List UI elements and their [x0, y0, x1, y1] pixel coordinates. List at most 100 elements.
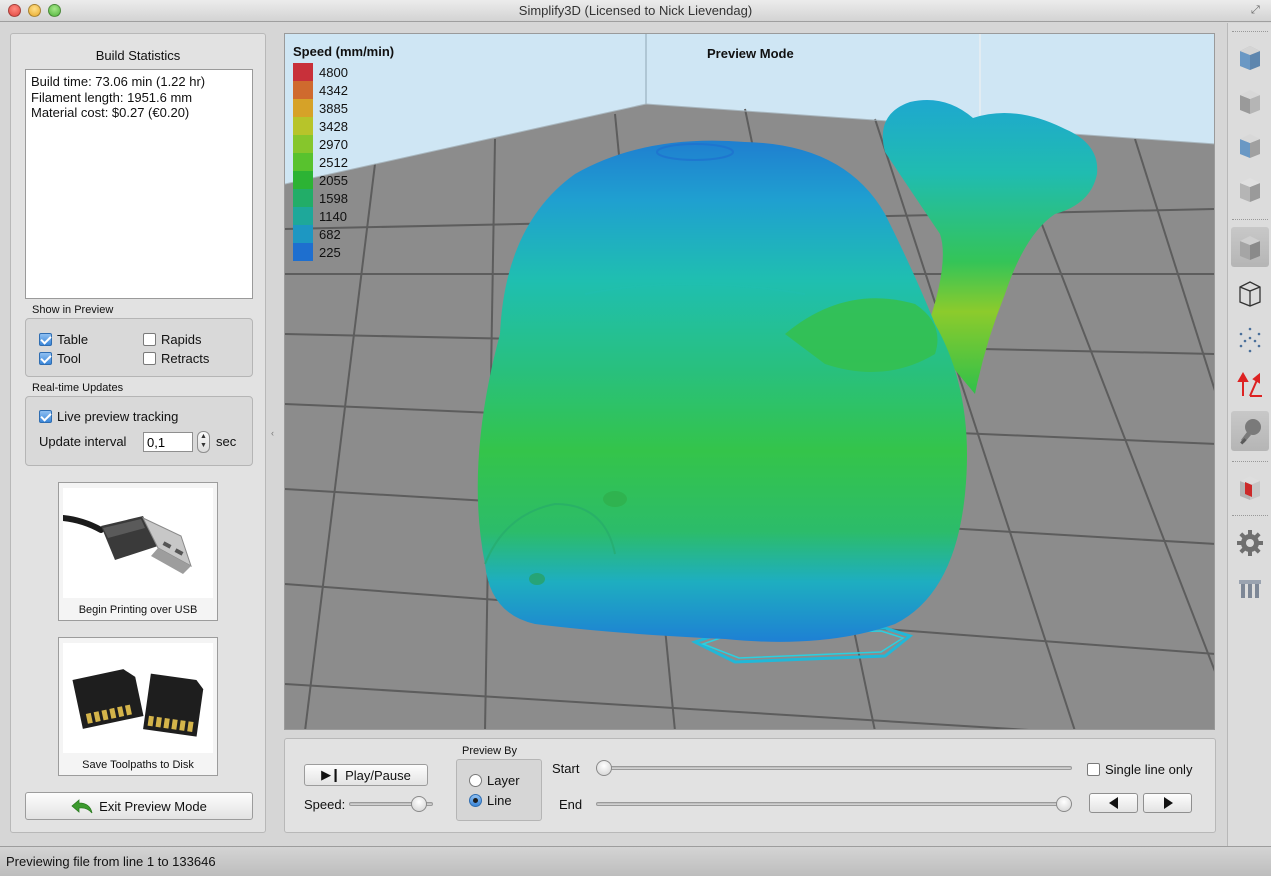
update-interval-input[interactable] — [143, 432, 193, 452]
speed-slider-thumb[interactable] — [410, 796, 427, 812]
table-checkbox[interactable]: Table — [39, 332, 88, 347]
end-slider-track[interactable] — [596, 802, 1072, 806]
table-checkbox-box[interactable] — [39, 333, 52, 346]
playback-controls: ▶❙ Play/Pause Speed: Preview By Layer Li… — [284, 738, 1216, 833]
solid-view-button[interactable] — [1231, 227, 1269, 267]
live-preview-tracking-checkbox[interactable]: Live preview tracking — [39, 409, 178, 424]
tool-checkbox-label: Tool — [57, 351, 81, 366]
single-line-only-checkbox[interactable]: Single line only — [1087, 762, 1192, 777]
speed-legend-swatch — [293, 135, 313, 153]
preview-by-layer-radio[interactable]: Layer — [469, 773, 520, 788]
supports-button[interactable] — [1231, 567, 1269, 607]
speed-legend-swatch — [293, 117, 313, 135]
speed-legend-row: 1598 — [293, 189, 394, 207]
play-pause-icon: ▶❙ — [321, 767, 341, 782]
end-slider-thumb[interactable] — [1056, 796, 1072, 812]
realtime-updates-group: Live preview tracking Update interval ▲▼… — [25, 396, 253, 466]
play-pause-label: Play/Pause — [345, 767, 411, 783]
show-in-preview-label: Show in Preview — [32, 304, 114, 316]
arrow-right-icon — [1163, 797, 1173, 809]
speed-legend-value: 3885 — [319, 100, 348, 116]
line-radio-label: Line — [487, 793, 512, 808]
collapse-panel-icon[interactable]: ‹ — [271, 428, 274, 438]
speed-legend-row: 4342 — [293, 81, 394, 99]
usb-cable-image — [60, 488, 213, 598]
speed-legend-value: 1598 — [319, 190, 348, 206]
speed-legend-row: 3428 — [293, 117, 394, 135]
speed-legend-value: 682 — [319, 226, 341, 242]
rapids-checkbox-label: Rapids — [161, 332, 202, 347]
start-label: Start — [552, 761, 580, 776]
line-radio-dot[interactable] — [469, 794, 482, 807]
speed-legend-row: 4800 — [293, 63, 394, 81]
speed-legend-value: 2055 — [319, 172, 348, 188]
speed-legend-value: 2970 — [319, 136, 348, 152]
live-preview-tracking-box[interactable] — [39, 410, 52, 423]
speed-legend-value: 2512 — [319, 154, 348, 170]
speed-legend-row: 225 — [293, 243, 394, 261]
stat-build-time: Build time: 73.06 min (1.22 hr) — [31, 74, 206, 89]
single-line-only-label: Single line only — [1105, 762, 1193, 777]
preview-viewport[interactable]: Speed (mm/min) 4800 4342 3885 3428 2970 2512 2… — [284, 33, 1215, 730]
cube-side-view-icon — [1240, 134, 1260, 158]
lighting-button[interactable] — [1231, 411, 1269, 451]
point-view-button[interactable] — [1231, 319, 1269, 359]
status-text: Previewing file from line 1 to 133646 — [6, 854, 216, 869]
cross-section-button[interactable] — [1231, 467, 1269, 507]
update-interval-stepper[interactable]: ▲ ▼ — [197, 431, 210, 453]
build-supports-icon — [1239, 580, 1261, 598]
update-interval-unit: sec — [216, 434, 237, 449]
exit-preview-mode-button[interactable]: Exit Preview Mode — [25, 792, 253, 820]
fullscreen-icon[interactable]: ⤢ — [1251, 4, 1263, 16]
axes-icon — [1237, 371, 1262, 397]
iso-view-button[interactable] — [1231, 169, 1269, 209]
window-title: Simplify3D (Licensed to Nick Lievendag) — [518, 3, 753, 18]
retracts-checkbox-box[interactable] — [143, 352, 156, 365]
sd-cards-image — [63, 643, 213, 753]
exit-preview-mode-label: Exit Preview Mode — [99, 798, 207, 814]
layer-radio-dot[interactable] — [469, 774, 482, 787]
start-slider-track[interactable] — [596, 766, 1072, 770]
top-view-button[interactable] — [1231, 81, 1269, 121]
update-interval-label: Update interval — [39, 434, 127, 449]
start-slider-thumb[interactable] — [596, 760, 612, 776]
rapids-checkbox[interactable]: Rapids — [143, 332, 201, 347]
speed-legend-swatch — [293, 99, 313, 117]
wireframe-view-button[interactable] — [1231, 273, 1269, 313]
save-toolpaths-disk-button[interactable]: Save Toolpaths to Disk — [58, 637, 218, 776]
front-view-button[interactable] — [1231, 37, 1269, 77]
single-line-only-box[interactable] — [1087, 763, 1100, 776]
show-in-preview-group: Table Tool Rapids Retracts — [25, 318, 253, 377]
settings-button[interactable] — [1231, 523, 1269, 563]
status-bar: Previewing file from line 1 to 133646 — [0, 846, 1271, 876]
retracts-checkbox[interactable]: Retracts — [143, 351, 209, 366]
begin-printing-usb-button[interactable]: Begin Printing over USB — [58, 482, 218, 621]
play-pause-button[interactable]: ▶❙ Play/Pause — [304, 764, 428, 786]
cross-section-icon — [1240, 476, 1260, 500]
preview-by-line-radio[interactable]: Line — [469, 793, 512, 808]
wireframe-view-icon — [1239, 281, 1261, 307]
gear-icon — [1237, 530, 1263, 556]
rapids-checkbox-box[interactable] — [143, 333, 156, 346]
step-forward-button[interactable] — [1143, 793, 1192, 813]
speed-legend-swatch — [293, 243, 313, 261]
arrow-left-icon — [1108, 797, 1118, 809]
speed-label: Speed: — [304, 797, 346, 812]
stat-material-cost: Material cost: $0.27 (€0.20) — [31, 105, 190, 120]
speed-legend-title: Speed (mm/min) — [293, 44, 395, 59]
speed-legend-row: 2055 — [293, 171, 394, 189]
speed-legend-row: 3885 — [293, 99, 394, 117]
side-view-button[interactable] — [1231, 125, 1269, 165]
speed-legend-swatch — [293, 171, 313, 189]
build-statistics-box: Build time: 73.06 min (1.22 hr) Filament… — [25, 69, 253, 299]
tool-checkbox-box[interactable] — [39, 352, 52, 365]
preview-mode-label: Preview Mode — [707, 46, 794, 61]
preview-by-label: Preview By — [462, 745, 518, 757]
step-back-button[interactable] — [1089, 793, 1138, 813]
axes-button[interactable] — [1231, 365, 1269, 405]
speed-legend: Speed (mm/min) 4800 4342 3885 3428 2970 2512 2… — [293, 44, 394, 261]
tool-checkbox[interactable]: Tool — [39, 351, 81, 366]
solid-view-icon — [1240, 236, 1260, 260]
speed-legend-swatch — [293, 189, 313, 207]
cube-iso-view-icon — [1240, 178, 1260, 202]
